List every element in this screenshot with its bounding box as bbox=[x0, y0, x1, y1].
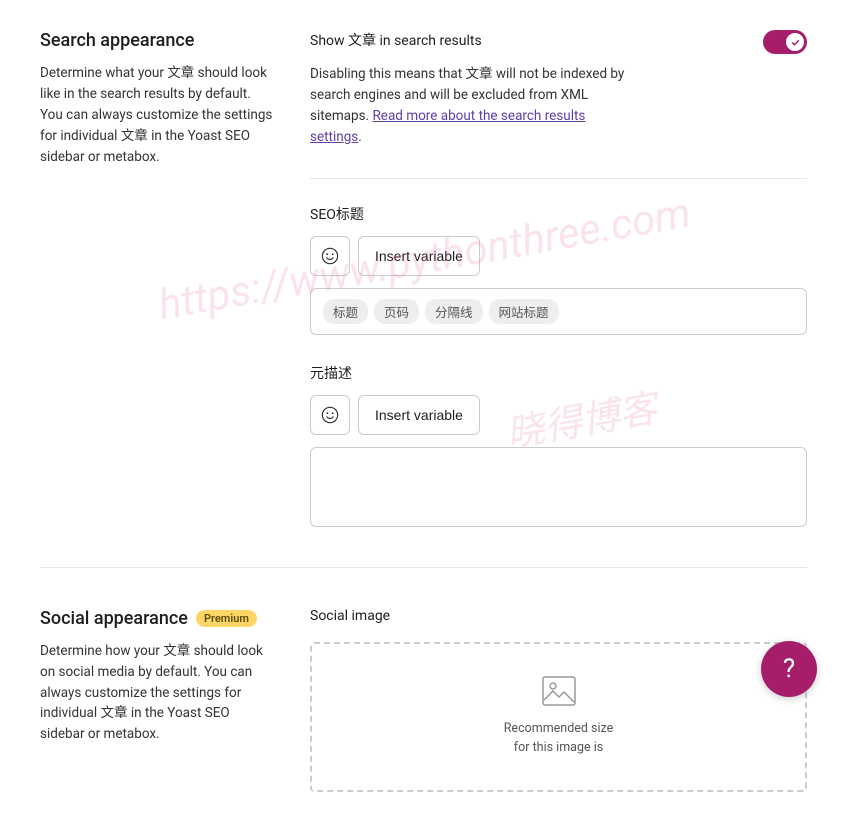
dropzone-text: Recommended size for this image is bbox=[504, 720, 614, 758]
emoji-button-seo[interactable] bbox=[310, 236, 350, 276]
show-in-search-desc: Disabling this means that 文章 will not be… bbox=[310, 64, 640, 148]
seo-title-editor[interactable]: 标题 页码 分隔线 网站标题 bbox=[310, 288, 807, 335]
seo-tag[interactable]: 标题 bbox=[323, 299, 368, 324]
inner-divider bbox=[310, 178, 807, 179]
meta-desc-editor[interactable] bbox=[310, 447, 807, 527]
meta-desc-label: 元描述 bbox=[310, 363, 807, 383]
search-appearance-title: Search appearance bbox=[40, 30, 275, 51]
seo-tag[interactable]: 分隔线 bbox=[425, 299, 483, 324]
seo-tag[interactable]: 页码 bbox=[374, 299, 419, 324]
smiley-icon bbox=[321, 247, 339, 265]
show-in-search-toggle[interactable] bbox=[763, 30, 807, 54]
insert-variable-button-seo[interactable]: Insert variable bbox=[358, 236, 480, 276]
premium-badge: Premium bbox=[196, 610, 257, 627]
search-appearance-desc: Determine what your 文章 should look like … bbox=[40, 63, 275, 168]
image-placeholder-icon bbox=[542, 676, 576, 706]
seo-tag[interactable]: 网站标题 bbox=[489, 299, 559, 324]
show-in-search-label: Show 文章 in search results bbox=[310, 30, 482, 50]
social-appearance-section: Social appearance Premium Determine how … bbox=[40, 567, 807, 832]
insert-variable-button-meta[interactable]: Insert variable bbox=[358, 395, 480, 435]
search-appearance-section: Search appearance Determine what your 文章… bbox=[40, 30, 807, 567]
help-button[interactable]: ? bbox=[761, 641, 817, 697]
check-icon bbox=[791, 38, 800, 47]
social-image-dropzone[interactable]: Recommended size for this image is bbox=[310, 642, 807, 792]
social-image-label: Social image bbox=[310, 608, 807, 624]
emoji-button-meta[interactable] bbox=[310, 395, 350, 435]
social-appearance-title: Social appearance Premium bbox=[40, 608, 275, 629]
social-appearance-desc: Determine how your 文章 should look on soc… bbox=[40, 641, 275, 746]
help-icon: ? bbox=[783, 654, 795, 684]
smiley-icon bbox=[321, 406, 339, 424]
toggle-knob bbox=[786, 33, 804, 51]
seo-title-label: SEO标题 bbox=[310, 204, 807, 224]
